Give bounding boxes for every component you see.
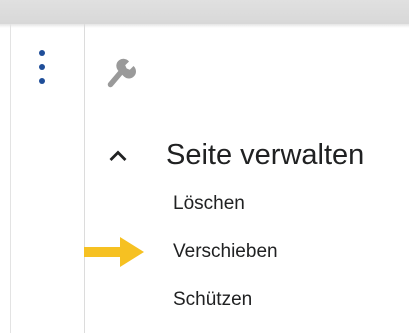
left-border	[10, 24, 11, 333]
chevron-up-icon	[109, 150, 127, 161]
kebab-vertical-icon[interactable]	[34, 50, 50, 84]
section-header[interactable]: Seite verwalten	[108, 133, 364, 177]
menu-item-loeschen[interactable]: Löschen	[173, 193, 245, 215]
menu-item-schuetzen[interactable]: Schützen	[173, 289, 252, 311]
arrow-right-icon	[84, 237, 144, 267]
top-bar	[0, 0, 409, 24]
section-title: Seite verwalten	[166, 138, 365, 171]
top-bar-shadow	[0, 24, 409, 28]
kebab-dot	[39, 50, 45, 56]
menu-item-verschieben[interactable]: Verschieben	[173, 241, 278, 263]
rail-divider	[84, 24, 85, 333]
kebab-dot	[39, 64, 45, 70]
wrench-icon[interactable]	[104, 57, 136, 89]
kebab-dot	[39, 78, 45, 84]
